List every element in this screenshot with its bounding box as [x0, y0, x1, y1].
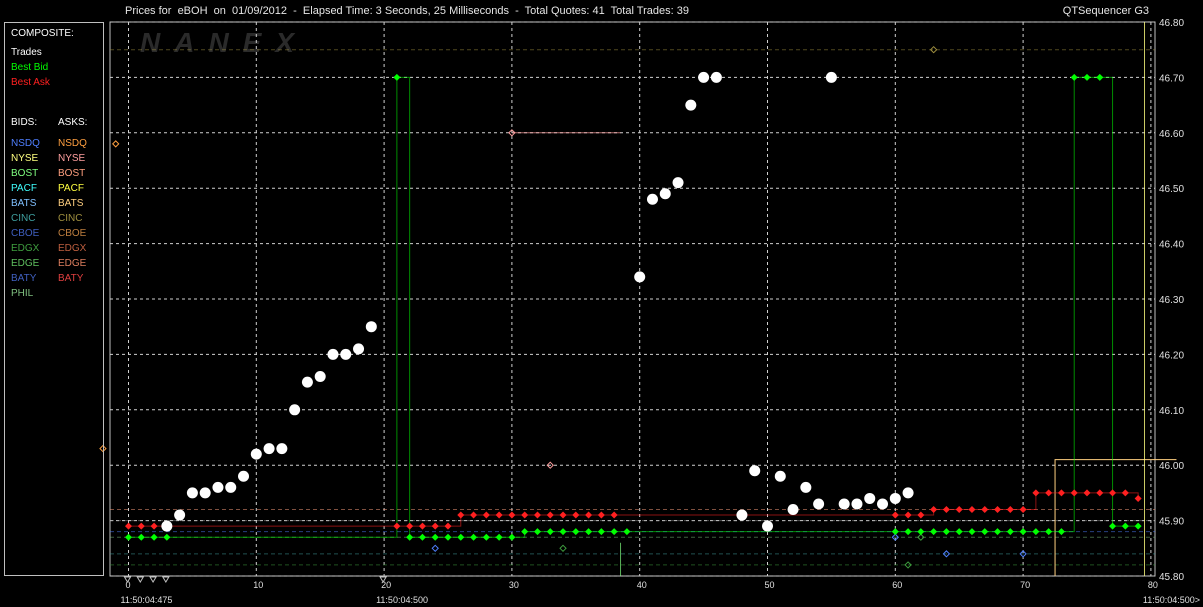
y-tick-label: 46.10: [1159, 406, 1184, 417]
legend-ask-item: BATS: [58, 198, 84, 209]
trade-point: [174, 509, 186, 521]
x-tick-label: 30: [509, 580, 519, 590]
trade-point: [813, 498, 825, 510]
legend-bid-item: PACF: [11, 183, 37, 194]
y-tick-label: 45.90: [1159, 517, 1184, 528]
trade-point: [276, 443, 288, 455]
trade-point: [698, 71, 710, 83]
legend-ask-item: PACF: [58, 183, 84, 194]
trade-point: [365, 321, 377, 333]
trade-point: [340, 348, 352, 360]
legend-bid-item: EDGX: [11, 243, 40, 254]
y-tick-label: 46.70: [1159, 73, 1184, 84]
trade-point: [263, 443, 275, 455]
legend-bids-title: BIDS:: [11, 117, 38, 128]
legend-bid-item: NSDQ: [11, 138, 40, 149]
x-tick-label: 60: [892, 580, 902, 590]
trade-point: [889, 492, 901, 504]
trade-point: [800, 481, 812, 493]
trade-point: [685, 99, 697, 111]
legend-bid-item: CBOE: [11, 228, 40, 239]
y-tick-label: 46.60: [1159, 129, 1184, 140]
trade-point: [238, 470, 250, 482]
trade-point: [161, 520, 173, 532]
y-tick-label: 46.20: [1159, 350, 1184, 361]
y-tick-label: 46.00: [1159, 461, 1184, 472]
time-label: 11:50:04:475: [121, 595, 173, 605]
y-tick-label: 46.40: [1159, 240, 1184, 251]
x-tick-label: 70: [1020, 580, 1030, 590]
legend-bid-item: PHIL: [11, 288, 34, 299]
trade-point: [902, 487, 914, 499]
trade-point: [634, 271, 646, 283]
y-tick-label: 46.80: [1159, 18, 1184, 29]
x-tick-label: 10: [253, 580, 263, 590]
trade-point: [186, 487, 198, 499]
trade-point: [289, 404, 301, 416]
trade-point: [659, 188, 671, 200]
trade-point: [314, 371, 326, 383]
y-tick-label: 46.50: [1159, 184, 1184, 195]
trade-point: [762, 520, 773, 532]
trade-point: [710, 71, 722, 83]
legend-ask-item: EDGE: [58, 258, 87, 269]
legend-ask-item: BOST: [58, 168, 86, 179]
trade-point: [199, 487, 211, 499]
trade-point: [838, 498, 850, 510]
legend-composite-item: Best Bid: [11, 62, 49, 73]
legend-ask-item: BATY: [58, 273, 84, 284]
legend-panel: COMPOSITE: Trades Best Bid Best Ask BIDS: ASK…: [4, 22, 104, 576]
legend-ask-item: CINC: [58, 213, 83, 224]
legend-ask-item: EDGX: [58, 243, 87, 254]
legend-ask-item: CBOE: [58, 228, 87, 239]
legend-composite-item: Trades: [11, 47, 42, 58]
price-chart: NANEX 45.80 45.90 46.00 46.10 46.20 46.30 46.40…: [99, 18, 1200, 605]
y-tick-label: 45.80: [1159, 572, 1184, 583]
time-label: 11:50:04:500>: [1143, 595, 1200, 605]
legend-bid-item: BATY: [11, 273, 37, 284]
x-tick-label: 40: [637, 580, 647, 590]
trade-point: [327, 348, 339, 360]
trade-point: [787, 504, 799, 516]
legend-bid-item: BATS: [11, 198, 37, 209]
trade-point: [864, 492, 876, 504]
watermark: NANEX: [140, 27, 308, 58]
x-tick-label: 80: [1148, 580, 1158, 590]
legend-bid-item: EDGE: [11, 258, 40, 269]
y-tick-label: 46.30: [1159, 295, 1184, 306]
time-marker-icon: [161, 576, 170, 583]
x-tick-label: 50: [765, 580, 775, 590]
time-marker-icon: [149, 576, 157, 583]
legend-composite-item: Best Ask: [11, 77, 50, 88]
trade-point: [225, 481, 237, 493]
trade-point: [749, 465, 761, 477]
trade-point: [736, 509, 748, 521]
legend-bid-item: BOST: [11, 168, 39, 179]
time-marker-icon: [136, 576, 145, 583]
trade-point: [774, 470, 786, 482]
legend-ask-item: NSDQ: [58, 138, 87, 149]
time-label: 11:50:04:500: [376, 595, 428, 605]
legend-asks-title: ASKS:: [58, 117, 88, 128]
trade-point: [212, 481, 224, 493]
legend-bid-item: CINC: [11, 213, 36, 224]
legend-bid-item: NYSE: [11, 153, 39, 164]
trade-point: [250, 448, 262, 460]
trade-point: [877, 498, 889, 510]
trade-point: [301, 376, 313, 388]
trade-point: [851, 498, 863, 510]
trade-point: [672, 177, 684, 189]
trade-point: [646, 193, 658, 205]
legend-composite-title: COMPOSITE:: [11, 28, 74, 39]
legend-ask-item: NYSE: [58, 153, 86, 164]
trade-point: [825, 71, 837, 83]
trade-point: [353, 343, 365, 355]
